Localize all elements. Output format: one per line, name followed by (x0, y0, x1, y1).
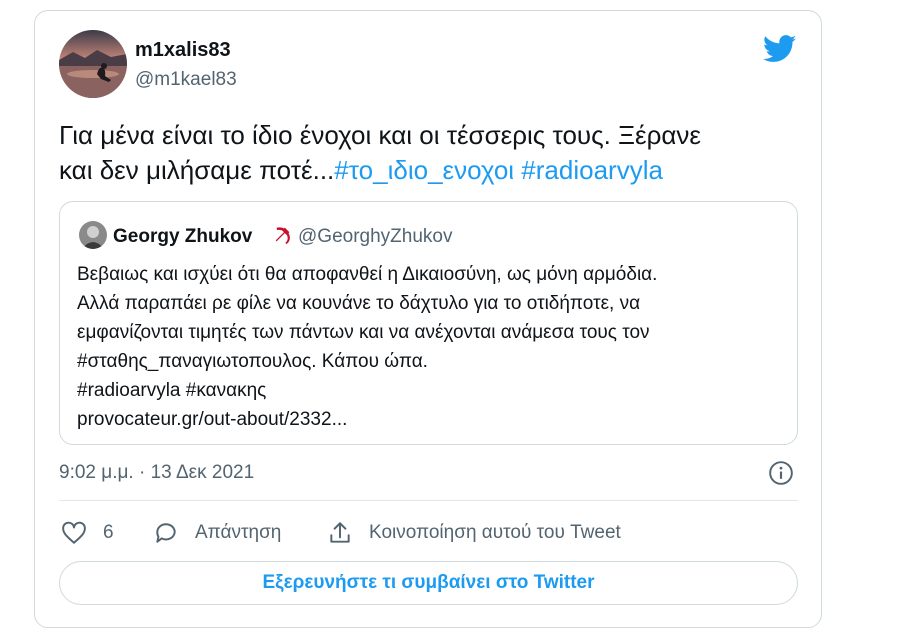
author-handle[interactable]: @m1kael83 (135, 69, 237, 91)
author-display-name[interactable]: m1xalis83 (135, 39, 231, 62)
quoted-text-line: #σταθης_παναγιωτοπουλος. Κάπου ώπα. (77, 351, 428, 372)
quoted-author-name[interactable]: Georgy Zhukov (113, 226, 252, 248)
info-icon[interactable] (768, 460, 794, 486)
quoted-text-line: #radioarvyla #κανακης (77, 380, 267, 401)
quoted-tweet-text: Βεβαιως και ισχύει ότι θα αποφανθεί η Δι… (77, 260, 792, 434)
tweet-text-line-1: Για μένα είναι το ίδιο ένοχοι και οι τέσ… (59, 120, 702, 150)
share-icon (330, 522, 350, 543)
tweet-timestamp[interactable]: 9:02 μ.μ. · 13 Δεκ 2021 (59, 462, 254, 484)
quoted-link[interactable]: provocateur.gr/out-about/2332... (77, 405, 792, 434)
tweet-text-line-2: και δεν μιλήσαμε ποτέ...#το_ιδιο_ενοχοι … (59, 153, 809, 188)
share-button[interactable]: Κοινοποίηση αυτού του Tweet (327, 519, 621, 547)
twitter-bird-icon[interactable] (763, 35, 797, 63)
tweet-text: Για μένα είναι το ίδιο ένοχοι και οι τέσ… (59, 118, 809, 188)
reply-bubble-icon (156, 523, 176, 543)
tweet-text-plain: και δεν μιλήσαμε ποτέ... (59, 155, 335, 185)
divider (59, 500, 798, 501)
reply-label: Απάντηση (195, 522, 282, 543)
reply-button[interactable]: Απάντηση (153, 519, 281, 547)
quoted-text-line: Βεβαιως και ισχύει ότι θα αποφανθεί η Δι… (77, 264, 658, 285)
quoted-author-avatar[interactable] (79, 221, 107, 249)
like-button[interactable]: 6 (61, 519, 114, 547)
quoted-text-line: Αλλά παραπάει ρε φίλε να κουνάνε το δάχτ… (77, 293, 641, 314)
heart-icon (62, 521, 86, 544)
quoted-text-line: εμφανίζονται τιμητές των πάντων και να α… (77, 322, 650, 343)
explore-twitter-button[interactable]: Εξερευνήστε τι συμβαίνει στο Twitter (59, 561, 798, 605)
hashtag-link[interactable]: #radioarvyla (521, 155, 663, 185)
quoted-author-handle[interactable]: @GeorghyZhukov (298, 226, 452, 248)
quoted-tweet[interactable]: Georgy Zhukov @GeorghyZhukov Βεβαιως και… (59, 201, 798, 445)
author-avatar[interactable] (59, 30, 127, 98)
tweet-card: m1xalis83 @m1kael83 Για μένα είναι το ίδ… (34, 10, 822, 628)
hashtag-link[interactable]: #το_ιδιο_ενοχοι (334, 155, 514, 185)
hammer-sickle-icon (275, 227, 290, 245)
like-count: 6 (103, 522, 114, 543)
share-label: Κοινοποίηση αυτού του Tweet (369, 522, 621, 543)
